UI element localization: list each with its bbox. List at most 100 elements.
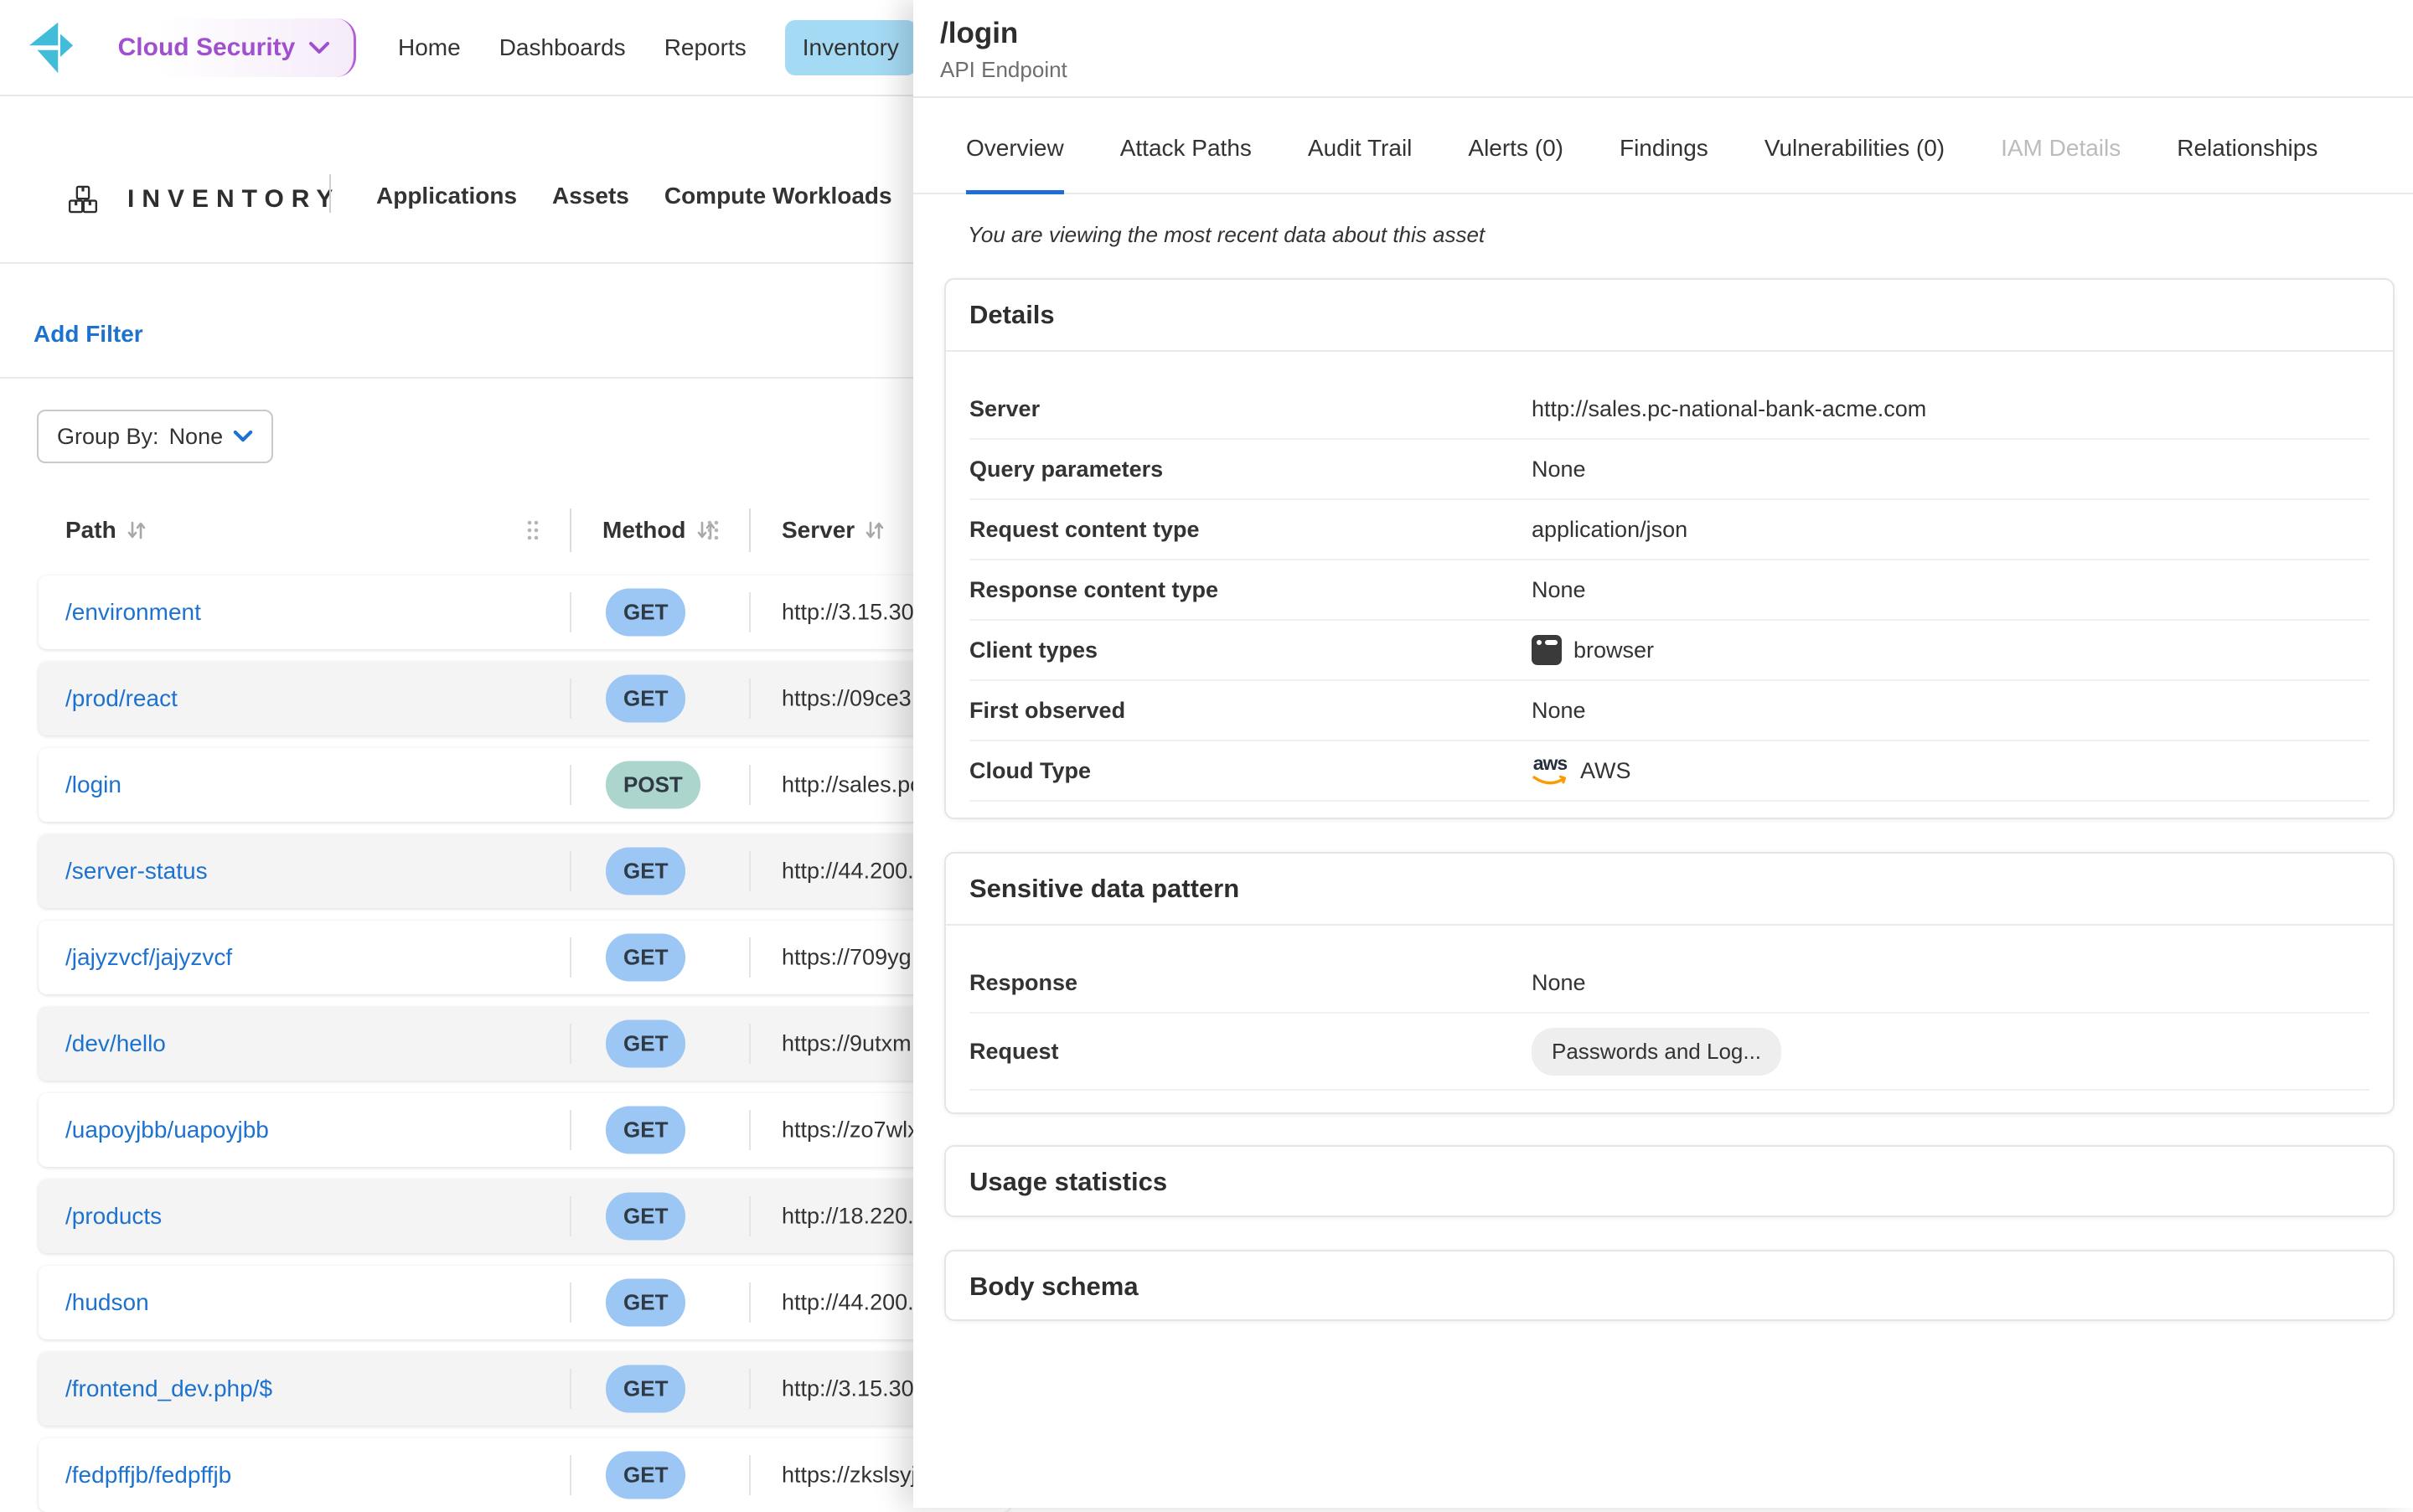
detail-row: Cloud Type aws AWS — [969, 741, 2369, 802]
detail-label: Query parameters — [969, 457, 1532, 482]
detail-label: Response — [969, 970, 1532, 996]
table-row[interactable]: /server-status GET http://44.200. — [39, 834, 1010, 908]
table-row[interactable]: /fedpffjb/fedpffjb GET https://zkslsyj — [39, 1438, 1010, 1512]
detail-row: Request Passwords and Log... — [969, 1014, 2369, 1091]
detail-label: Request — [969, 1039, 1532, 1065]
asset-detail-panel: /login API Endpoint Overview Attack Path… — [913, 0, 2413, 1508]
detail-row: Query parameters None — [969, 440, 2369, 500]
endpoint-path-link[interactable]: /uapoyjbb/uapoyjbb — [65, 1117, 269, 1143]
table-row[interactable]: /hudson GET http://44.200. — [39, 1266, 1010, 1339]
column-divider — [570, 592, 571, 632]
table-row[interactable]: /dev/hello GET https://9utxm — [39, 1007, 1010, 1081]
method-badge: GET — [606, 848, 685, 895]
table-row[interactable]: /environment GET http://3.15.30 — [39, 575, 1010, 649]
detail-value: None — [1532, 698, 1586, 724]
sensitive-data-card: Sensitive data pattern Response None Req… — [944, 852, 2395, 1114]
browser-icon — [1532, 635, 1562, 665]
detail-label: Client types — [969, 637, 1532, 663]
inventory-boxes-icon — [67, 183, 99, 216]
server-cell: http://sales.pc — [782, 772, 922, 798]
tab-alerts[interactable]: Alerts (0) — [1468, 100, 1563, 194]
detail-row: Client types browser — [969, 621, 2369, 681]
nav-item-reports[interactable]: Reports — [664, 34, 747, 61]
server-cell: http://3.15.30 — [782, 1376, 914, 1402]
sort-icon[interactable] — [863, 519, 886, 542]
endpoint-path-link[interactable]: /environment — [65, 599, 201, 626]
endpoint-path-link[interactable]: /products — [65, 1203, 162, 1230]
column-divider — [570, 765, 571, 805]
add-filter-button[interactable]: Add Filter — [34, 321, 143, 348]
column-divider — [749, 1369, 751, 1409]
method-badge: GET — [606, 934, 685, 982]
server-cell: http://3.15.30 — [782, 600, 914, 626]
group-by-label: Group By: — [57, 424, 159, 450]
product-switcher[interactable]: Cloud Security — [95, 18, 356, 77]
method-badge: GET — [606, 1279, 685, 1327]
nav-item-home[interactable]: Home — [398, 34, 461, 61]
sensitive-pattern-chip: Passwords and Log... — [1532, 1028, 1781, 1076]
sort-icon[interactable] — [125, 519, 148, 542]
tab-assets[interactable]: Assets — [552, 183, 629, 209]
table-row[interactable]: /jajyzvcf/jajyzvcf GET https://709yg — [39, 921, 1010, 994]
brand-logo-icon[interactable] — [28, 20, 75, 75]
server-cell: https://zo7wlx — [782, 1117, 919, 1143]
detail-value: None — [1532, 970, 1586, 996]
column-divider — [749, 851, 751, 891]
table-row[interactable]: /frontend_dev.php/$ GET http://3.15.30 — [39, 1352, 1010, 1426]
aws-logo-icon: aws — [1532, 754, 1568, 787]
usage-statistics-card[interactable]: Usage statistics — [944, 1145, 2395, 1217]
group-by-dropdown[interactable]: Group By: None — [37, 410, 273, 463]
column-divider — [570, 1455, 571, 1495]
column-divider — [570, 851, 571, 891]
table-row[interactable]: /products GET http://18.220. — [39, 1179, 1010, 1253]
tab-findings[interactable]: Findings — [1620, 100, 1708, 194]
column-divider — [570, 679, 571, 719]
tab-attack-paths[interactable]: Attack Paths — [1120, 100, 1252, 194]
column-divider — [570, 1196, 571, 1236]
tab-applications[interactable]: Applications — [376, 183, 517, 209]
server-cell: https://709yg — [782, 945, 912, 971]
server-cell: http://18.220. — [782, 1204, 914, 1230]
endpoint-path-link[interactable]: /fedpffjb/fedpffjb — [65, 1462, 231, 1489]
endpoint-path-link[interactable]: /prod/react — [65, 685, 178, 712]
column-divider — [570, 1282, 571, 1323]
product-switcher-label: Cloud Security — [118, 34, 296, 62]
column-drag-handle-icon[interactable] — [526, 519, 540, 542]
body-schema-card[interactable]: Body schema — [944, 1250, 2395, 1321]
tab-audit-trail[interactable]: Audit Trail — [1308, 100, 1413, 194]
column-divider — [749, 937, 751, 978]
endpoint-path-link[interactable]: /frontend_dev.php/$ — [65, 1375, 272, 1402]
column-divider — [749, 1196, 751, 1236]
column-drag-handle-icon[interactable] — [706, 519, 720, 542]
app-root: Cloud Security Home Dashboards Reports I… — [0, 0, 2413, 1508]
endpoint-path-link[interactable]: /server-status — [65, 858, 208, 885]
tab-vulnerabilities[interactable]: Vulnerabilities (0) — [1765, 100, 1945, 194]
column-divider — [749, 1110, 751, 1150]
endpoint-path-link[interactable]: /hudson — [65, 1289, 149, 1316]
client-type-text: browser — [1573, 637, 1654, 663]
method-badge: GET — [606, 1365, 685, 1413]
detail-label: Cloud Type — [969, 758, 1532, 784]
tab-relationships[interactable]: Relationships — [2177, 100, 2317, 194]
nav-item-inventory[interactable]: Inventory — [785, 20, 917, 75]
column-divider — [570, 1110, 571, 1150]
page-title: INVENTORY — [127, 185, 340, 214]
server-cell: http://44.200. — [782, 859, 914, 885]
tab-overview[interactable]: Overview — [966, 100, 1064, 194]
detail-value: browser — [1532, 635, 1654, 665]
method-badge: GET — [606, 1107, 685, 1154]
table-row[interactable]: /login POST http://sales.pc — [39, 748, 1010, 822]
table-row[interactable]: /prod/react GET https://09ce3 — [39, 662, 1010, 735]
endpoint-path-link[interactable]: /dev/hello — [65, 1030, 166, 1057]
details-card: Details Server http://sales.pc-national-… — [944, 278, 2395, 819]
column-header-method: Method — [602, 517, 686, 544]
nav-item-dashboards[interactable]: Dashboards — [499, 34, 626, 61]
chevron-down-icon — [233, 430, 253, 443]
tab-compute-workloads[interactable]: Compute Workloads — [664, 183, 892, 209]
column-divider — [749, 1024, 751, 1064]
detail-label: Request content type — [969, 517, 1532, 543]
panel-title: /login — [940, 17, 1018, 50]
endpoint-path-link[interactable]: /jajyzvcf/jajyzvcf — [65, 944, 232, 971]
endpoint-path-link[interactable]: /login — [65, 771, 121, 798]
table-row[interactable]: /uapoyjbb/uapoyjbb GET https://zo7wlx — [39, 1093, 1010, 1167]
